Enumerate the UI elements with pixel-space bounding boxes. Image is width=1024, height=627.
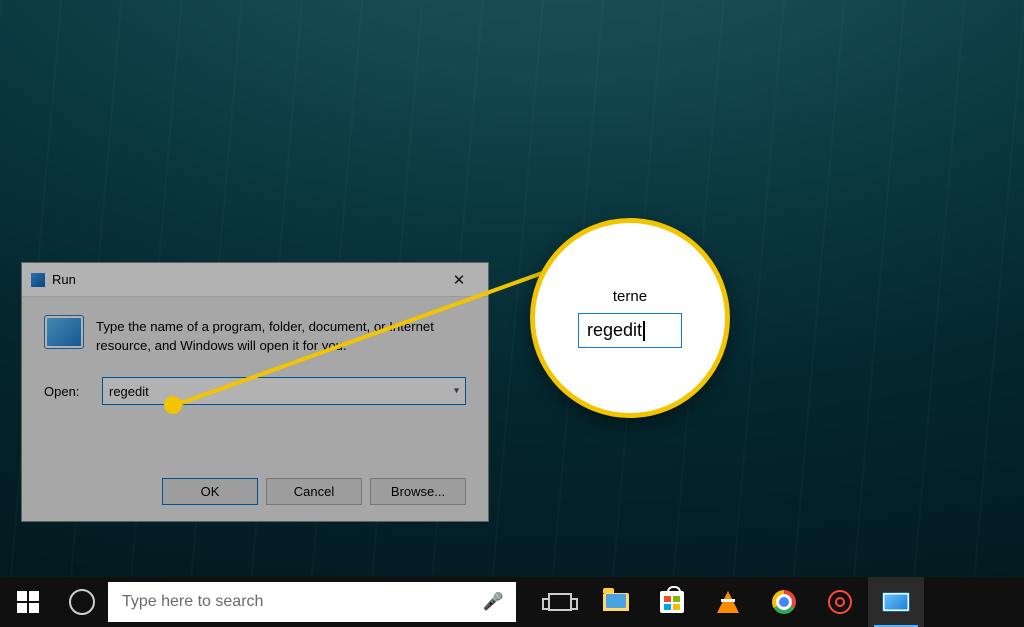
taskbar-app-vlc[interactable] <box>700 577 756 627</box>
taskbar: Type here to search 🎤 <box>0 577 1024 627</box>
cancel-button[interactable]: Cancel <box>266 478 362 505</box>
open-label: Open: <box>44 384 92 399</box>
taskbar-app-file-explorer[interactable] <box>588 577 644 627</box>
run-dialog-icon <box>44 315 84 349</box>
microsoft-store-icon <box>660 591 684 613</box>
taskbar-search-placeholder: Type here to search <box>122 593 263 611</box>
close-icon: ✕ <box>453 271 466 289</box>
task-view-icon <box>548 593 572 611</box>
magnifier-callout: terne regedit <box>530 218 730 418</box>
taskbar-app-chrome[interactable] <box>756 577 812 627</box>
microphone-icon[interactable]: 🎤 <box>483 592 504 612</box>
magnifier-open-input: regedit <box>578 313 682 348</box>
windows-logo-icon <box>17 591 39 613</box>
cortana-button[interactable] <box>56 577 108 627</box>
taskbar-app-task-view[interactable] <box>532 577 588 627</box>
taskbar-app-settings[interactable] <box>812 577 868 627</box>
taskbar-search[interactable]: Type here to search 🎤 <box>108 582 516 622</box>
text-caret <box>643 321 645 341</box>
run-dialog: Run ✕ Type the name of a program, folder… <box>21 262 489 522</box>
open-combobox[interactable]: ▾ <box>102 377 466 405</box>
vlc-icon <box>717 591 739 613</box>
chevron-down-icon[interactable]: ▾ <box>454 386 459 397</box>
browse-button[interactable]: Browse... <box>370 478 466 505</box>
open-input[interactable] <box>103 378 465 404</box>
file-explorer-icon <box>603 593 629 611</box>
taskbar-app-microsoft-store[interactable] <box>644 577 700 627</box>
magnifier-fragment-text: terne <box>613 288 647 305</box>
run-title: Run <box>52 272 76 287</box>
cortana-icon <box>69 589 95 615</box>
close-button[interactable]: ✕ <box>436 265 482 295</box>
taskbar-app-run[interactable] <box>868 577 924 627</box>
run-titlebar[interactable]: Run ✕ <box>22 263 488 297</box>
run-icon <box>30 272 46 288</box>
chrome-icon <box>772 590 796 614</box>
ok-button[interactable]: OK <box>162 478 258 505</box>
run-taskbar-icon <box>882 592 910 612</box>
magnifier-input-value: regedit <box>587 320 642 341</box>
taskbar-pinned-apps <box>532 577 924 627</box>
settings-icon <box>828 590 852 614</box>
start-button[interactable] <box>0 577 56 627</box>
